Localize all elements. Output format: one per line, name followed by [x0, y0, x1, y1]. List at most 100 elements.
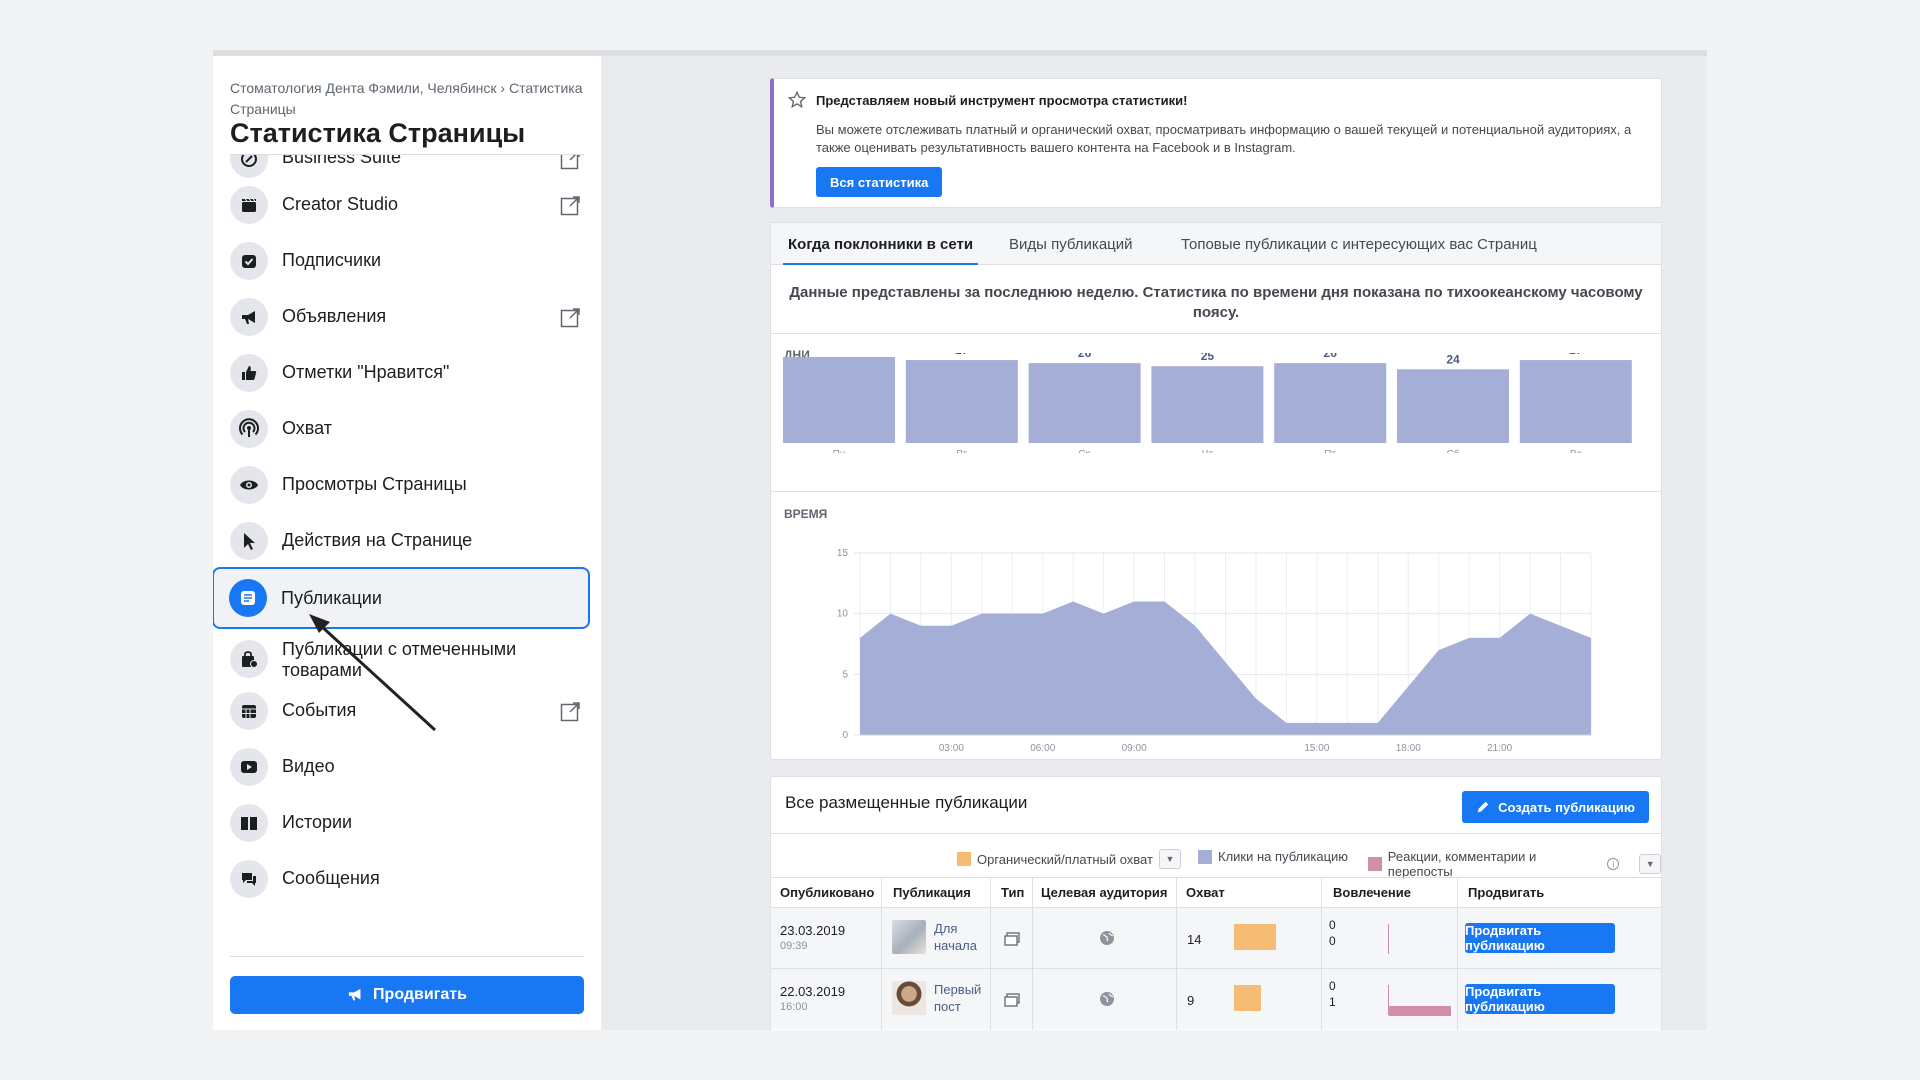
tab-top-posts[interactable]: Топовые публикации с интересующих вас Ст…: [1181, 236, 1537, 253]
tab-bar: Когда поклонники в сети Виды публикаций …: [771, 223, 1661, 265]
app-frame: Стоматология Дента Фэмили, Челябинск › С…: [213, 50, 1707, 1030]
x-tick-label: 03:00: [939, 743, 964, 754]
engagement-reactions: 0: [1329, 934, 1336, 948]
day-bar: [1028, 363, 1141, 443]
legend-swatch: [1368, 857, 1382, 871]
create-post-label: Создать публикацию: [1498, 799, 1635, 815]
sidebar-item-reach[interactable]: Охват: [217, 401, 593, 457]
sidebar-item-label: Охват: [282, 418, 333, 438]
album-type-icon: [1004, 993, 1020, 1007]
book-icon: [230, 804, 268, 842]
sidebar-item-stories[interactable]: Истории: [217, 795, 593, 851]
shopping-bag-icon: [230, 640, 268, 678]
pencil-icon: [1477, 801, 1489, 813]
day-tick-label: Сб: [1447, 448, 1460, 453]
tab-post-types[interactable]: Виды публикаций: [1009, 236, 1133, 253]
sidebar-item-messages[interactable]: Сообщения: [217, 851, 593, 905]
x-tick-label: 18:00: [1396, 743, 1421, 754]
sidebar-item-label: Объявления: [282, 306, 387, 326]
y-tick-label: 15: [837, 548, 849, 559]
promote-button[interactable]: Продвигать: [230, 976, 584, 1014]
info-icon[interactable]: i: [1607, 858, 1620, 870]
post-title-link[interactable]: Для начала: [934, 920, 984, 954]
create-post-button[interactable]: Создать публикацию: [1462, 791, 1649, 823]
sidebar-item-ads[interactable]: Объявления: [217, 289, 593, 345]
sidebar-item-creator-studio[interactable]: Creator Studio: [217, 177, 593, 233]
days-bar-chart: 28 Пн 27 Вт 26 Ср 25 Чт 26 Пт 24 Сб 27 Вс: [783, 353, 1632, 453]
day-bar: [1519, 360, 1632, 443]
sidebar-item-tagged-product-posts[interactable]: Публикации с отмеченными товарами: [217, 631, 593, 691]
day-value-label: 27: [955, 353, 969, 357]
column-divider: [990, 877, 991, 1030]
legend-label: Органический/платный охват: [977, 851, 1153, 867]
post-thumbnail[interactable]: [892, 920, 926, 954]
day-value-label: 26: [1078, 353, 1092, 360]
post-thumbnail[interactable]: [892, 981, 926, 1015]
reach-bar: [1234, 924, 1276, 950]
sidebar-item-events[interactable]: События: [217, 683, 593, 739]
column-header-type[interactable]: Тип: [1001, 885, 1024, 900]
post-time: 16:00: [780, 1001, 808, 1013]
sidebar-item-label: Creator Studio: [282, 194, 399, 214]
promote-post-button[interactable]: Продвигать публикацию: [1465, 984, 1615, 1014]
divider: [771, 833, 1661, 834]
promote-post-button[interactable]: Продвигать публикацию: [1465, 923, 1615, 953]
sidebar-item-label: Действия на Странице: [282, 530, 473, 550]
reach-bar: [1234, 985, 1261, 1011]
new-insights-banner: Представляем новый инструмент просмотра …: [770, 78, 1662, 208]
column-header-audience[interactable]: Целевая аудитория: [1041, 885, 1167, 900]
post-title-link[interactable]: Первый пост: [934, 981, 984, 1015]
posts-title: Все размещенные публикации: [785, 793, 1028, 812]
column-divider: [1457, 877, 1458, 1030]
y-tick-label: 5: [842, 669, 848, 680]
day-bar: [905, 360, 1018, 443]
all-insights-button[interactable]: Вся статистика: [816, 167, 943, 197]
sidebar-item-label: События: [282, 700, 357, 720]
column-header-engagement[interactable]: Вовлечение: [1333, 885, 1411, 900]
sidebar-nav: Business Suite Creator Studio Подписчики: [213, 155, 601, 905]
column-header-post[interactable]: Публикация: [893, 885, 971, 900]
time-label: ВРЕМЯ: [784, 507, 828, 521]
column-header-reach[interactable]: Охват: [1186, 885, 1225, 900]
x-tick-label: 15:00: [1304, 743, 1329, 754]
day-tick-label: Пн: [833, 449, 846, 453]
banner-text: Вы можете отслеживать платный и органиче…: [816, 122, 1632, 155]
external-link-icon: [560, 308, 580, 328]
day-value-label: 28: [832, 353, 846, 354]
promote-button-label: Продвигать: [373, 986, 467, 1003]
x-tick-label: 21:00: [1487, 743, 1512, 754]
calendar-icon: [230, 692, 268, 730]
sidebar-item-page-views[interactable]: Просмотры Страницы: [217, 457, 593, 513]
x-tick-label: 09:00: [1122, 743, 1147, 754]
x-tick-label: 06:00: [1030, 743, 1055, 754]
sidebar-item-label: Подписчики: [282, 250, 382, 270]
external-link-icon: [560, 196, 580, 216]
breadcrumb[interactable]: Стоматология Дента Фэмили, Челябинск › С…: [230, 78, 590, 120]
fans-online-card: Когда поклонники в сети Виды публикаций …: [770, 222, 1662, 760]
tab-when-fans-online[interactable]: Когда поклонники в сети: [788, 236, 973, 253]
business-suite-icon: [230, 155, 268, 178]
chevron-down-icon[interactable]: ▼: [1158, 849, 1181, 869]
day-value-label: 26: [1324, 353, 1338, 360]
divider: [771, 491, 1661, 492]
column-header-promote[interactable]: Продвигать: [1468, 885, 1544, 900]
column-header-published[interactable]: Опубликовано: [780, 885, 874, 900]
day-bar: [1151, 366, 1264, 443]
column-divider: [1032, 877, 1033, 1030]
engagement-clicks: 0: [1329, 918, 1336, 932]
sidebar-item-video[interactable]: Видео: [217, 739, 593, 795]
chevron-down-icon[interactable]: ▼: [1639, 854, 1661, 874]
sidebar: Стоматология Дента Фэмили, Челябинск › С…: [213, 56, 601, 1030]
sidebar-item-likes[interactable]: Отметки "Нравится": [217, 345, 593, 401]
day-tick-label: Вс: [1570, 449, 1582, 453]
clapperboard-icon: [230, 186, 268, 224]
sidebar-item-posts[interactable]: Публикации: [213, 567, 590, 629]
sidebar-item-followers[interactable]: Подписчики: [217, 233, 593, 289]
stats-note: Данные представлены за последнюю неделю.…: [789, 284, 1643, 321]
star-icon: [788, 91, 806, 109]
column-divider: [1321, 877, 1322, 1030]
megaphone-icon: [230, 298, 268, 336]
day-value-label: 24: [1446, 353, 1460, 366]
day-tick-label: Ср: [1078, 449, 1091, 453]
sidebar-item-page-actions[interactable]: Действия на Странице: [217, 513, 593, 569]
